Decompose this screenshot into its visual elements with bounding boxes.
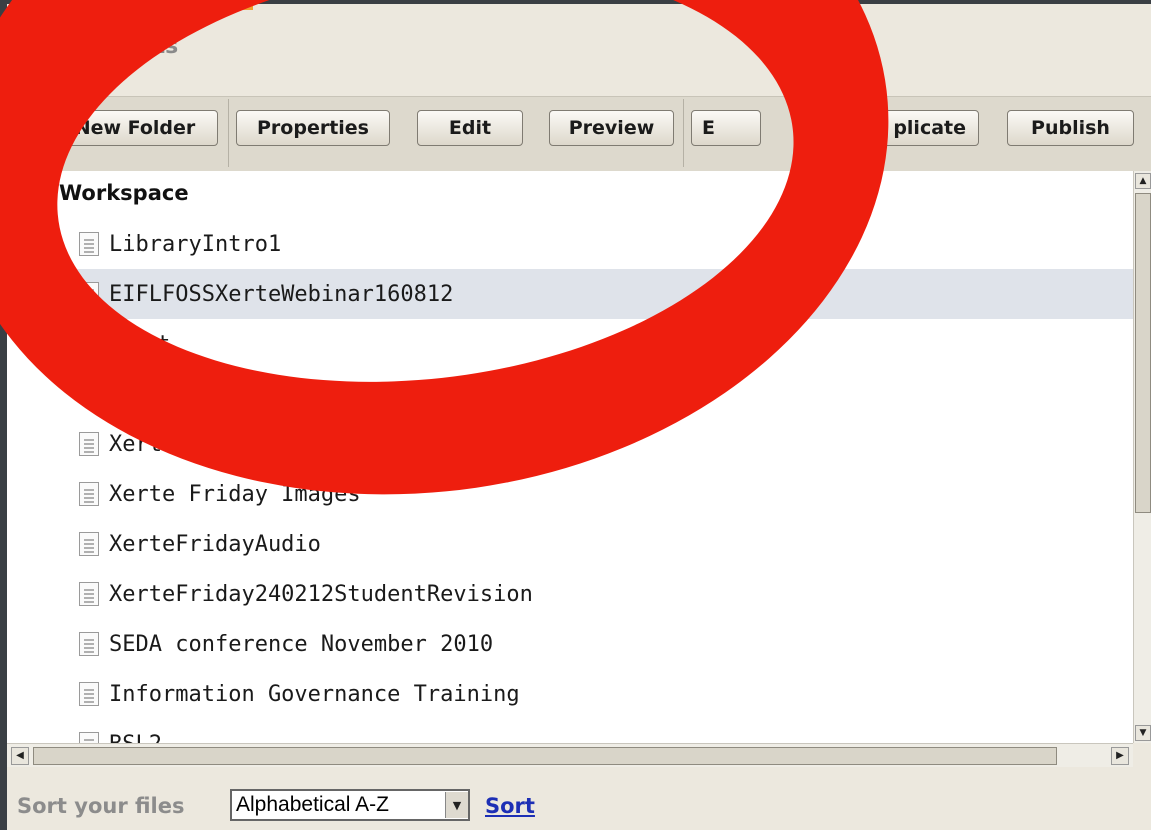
workspace-folder-icon <box>17 179 49 207</box>
tree-item[interactable]: LibraryIntro1 <box>7 219 1133 269</box>
document-icon <box>79 432 99 456</box>
tree-item-label: LibraryIntro1 <box>109 231 282 257</box>
toolbar-separator <box>683 99 684 167</box>
projects-panel: Projects New Folder Properties Edit Prev… <box>7 4 1151 830</box>
sort-bar: Sort your files Alphabetical A-Z ▼ Sort <box>7 774 1151 830</box>
scroll-up-arrow-icon[interactable]: ▲ <box>1135 173 1151 189</box>
tree-item[interactable]: XerteFridayAudio <box>7 519 1133 569</box>
tree-item[interactable]: Xerte Friday Images <box>7 469 1133 519</box>
vertical-scrollbar[interactable]: ▲ ▼ <box>1133 171 1151 743</box>
sort-select[interactable]: Alphabetical A-Z ▼ <box>230 789 470 821</box>
duplicate-button[interactable]: plicate <box>837 110 979 146</box>
tree-item-label: XerteFriday240212StudentRevision <box>109 581 533 607</box>
vertical-scroll-thumb[interactable] <box>1135 193 1151 513</box>
tree-item-label: Information Governance Training <box>109 681 520 707</box>
tree-item[interactable] <box>7 369 1133 419</box>
preview-button[interactable]: Preview <box>549 110 674 146</box>
tree-item-label: t <box>157 331 171 357</box>
tree-item-label: Xert <box>109 431 162 457</box>
scroll-down-arrow-icon[interactable]: ▼ <box>1135 725 1151 741</box>
tree-item[interactable]: XerteFriday240212StudentRevision <box>7 569 1133 619</box>
new-folder-label: New Folder <box>74 117 196 139</box>
sort-selected-value: Alphabetical A-Z <box>236 793 389 816</box>
publish-label: Publish <box>1031 117 1110 139</box>
duplicate-label: plicate <box>893 117 966 139</box>
tree-item-label: SEDA conference November 2010 <box>109 631 494 657</box>
dropdown-arrow-icon[interactable]: ▼ <box>445 792 468 818</box>
edit-label: Edit <box>448 117 492 139</box>
scroll-right-arrow-icon[interactable]: ▶ <box>1111 747 1129 765</box>
toolbar: New Folder Properties Edit Preview E pli… <box>7 96 1151 172</box>
project-tree: Workspace LibraryIntro1 EIFLFOSSXerteWeb… <box>7 171 1133 743</box>
tree-item[interactable]: SEDA conference November 2010 <box>7 619 1133 669</box>
tree-item[interactable]: BSL2 <box>7 719 1133 743</box>
workspace-label: Workspace <box>59 181 189 205</box>
document-icon <box>79 532 99 556</box>
tree-item-label: XerteFridayAudio <box>109 531 321 557</box>
document-icon <box>79 582 99 606</box>
tree-item[interactable]: t <box>7 319 1133 369</box>
export-label: E <box>702 117 715 139</box>
panel-title: Projects <box>77 34 179 59</box>
document-icon <box>79 632 99 656</box>
document-icon <box>79 282 99 306</box>
sort-label: Sort your files <box>17 794 185 818</box>
tree-item-label: Xerte Friday Images <box>109 481 361 507</box>
workspace-node[interactable]: Workspace <box>17 179 189 207</box>
orange-tab-marker <box>229 4 253 10</box>
tree-item-label: EIFLFOSSXerteWebinar160812 <box>109 281 454 307</box>
tree-item-selected[interactable]: EIFLFOSSXerteWebinar160812 <box>7 269 1133 319</box>
toolbar-separator <box>228 99 229 167</box>
horizontal-scroll-thumb[interactable] <box>33 747 1057 765</box>
horizontal-scrollbar[interactable]: ◀ ▶ <box>7 743 1133 767</box>
folder-icon <box>40 118 67 138</box>
tree-item[interactable]: Xert <box>7 419 1133 469</box>
properties-button[interactable]: Properties <box>236 110 390 146</box>
document-icon <box>79 232 99 256</box>
edit-button[interactable]: Edit <box>417 110 523 146</box>
tree-item[interactable]: Information Governance Training <box>7 669 1133 719</box>
export-button[interactable]: E <box>691 110 761 146</box>
document-icon <box>79 482 99 506</box>
document-icon <box>79 682 99 706</box>
tree-item-label: BSL2 <box>109 732 162 744</box>
sort-link[interactable]: Sort <box>485 794 535 818</box>
new-folder-button[interactable]: New Folder <box>18 110 218 146</box>
document-icon <box>79 732 99 743</box>
properties-label: Properties <box>257 117 369 139</box>
publish-button[interactable]: Publish <box>1007 110 1134 146</box>
preview-label: Preview <box>568 117 655 139</box>
scroll-left-arrow-icon[interactable]: ◀ <box>11 747 29 765</box>
